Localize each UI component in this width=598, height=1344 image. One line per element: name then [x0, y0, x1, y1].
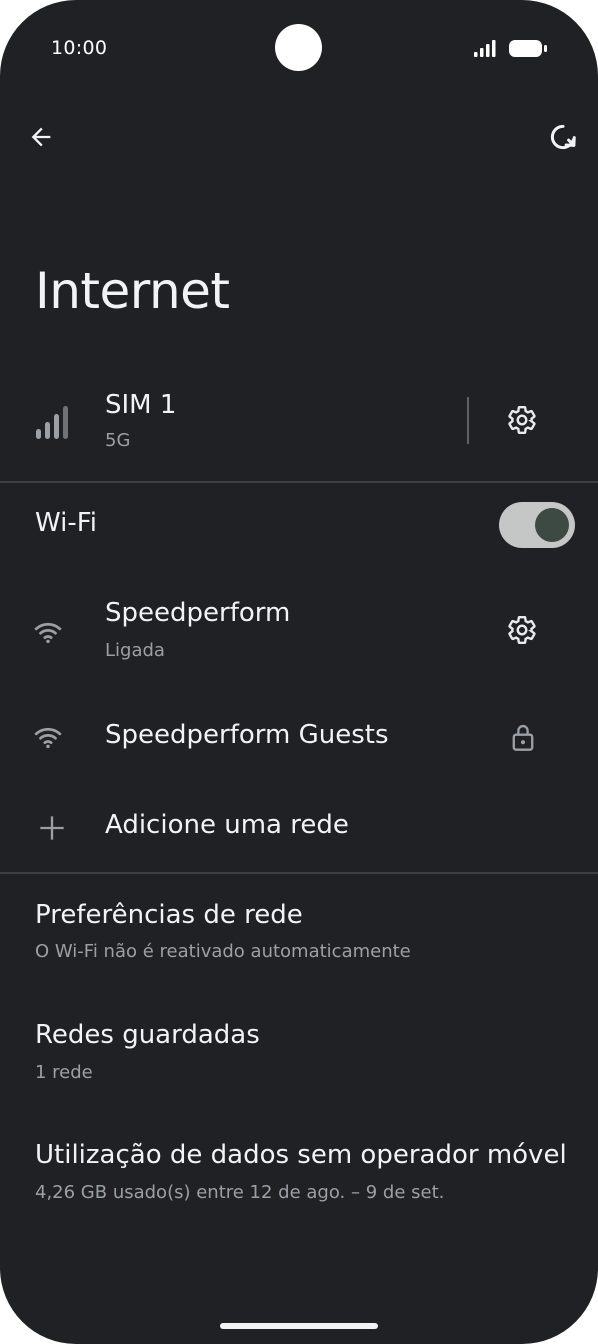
reset-connectivity-button[interactable]: [540, 114, 586, 160]
pref-subtitle: O Wi-Fi não é reativado automaticamente: [35, 941, 411, 962]
arrow-back-icon: [31, 127, 51, 147]
status-icons: [474, 39, 550, 59]
refresh-icon: [550, 124, 576, 150]
data-usage-item[interactable]: Utilização de dados sem operador móvel 4…: [0, 1130, 598, 1220]
section-divider: [0, 481, 598, 483]
wifi-network-name: Speedperform: [105, 598, 291, 628]
plus-icon: [36, 812, 68, 844]
page-title: Internet: [35, 262, 230, 320]
wifi-toggle[interactable]: [499, 502, 575, 548]
status-time: 10:00: [51, 37, 108, 59]
sim-network: 5G: [105, 430, 131, 451]
sim-settings-button[interactable]: [499, 397, 545, 443]
pref-title: Preferências de rede: [35, 900, 303, 930]
wifi-network-name: Speedperform Guests: [105, 720, 389, 750]
back-button[interactable]: [18, 114, 64, 160]
gear-icon: [508, 616, 536, 644]
pref-title: Redes guardadas: [35, 1020, 260, 1050]
wifi-network-settings-button[interactable]: [499, 607, 545, 653]
wifi-network-status: Ligada: [105, 640, 165, 661]
home-indicator[interactable]: [220, 1323, 378, 1329]
pref-title: Utilização de dados sem operador móvel: [35, 1140, 567, 1170]
section-divider: [0, 872, 598, 874]
wifi-icon: [32, 616, 64, 648]
add-network-label: Adicione uma rede: [105, 810, 349, 840]
wifi-label: Wi-Fi: [35, 508, 98, 538]
wifi-icon: [32, 721, 64, 753]
signal-battery-icon: [474, 40, 547, 57]
network-preferences-item[interactable]: Preferências de rede O Wi-Fi não é reati…: [0, 890, 598, 980]
saved-networks-item[interactable]: Redes guardadas 1 rede: [0, 1010, 598, 1100]
vertical-divider: [467, 397, 469, 444]
lock-icon: [506, 720, 540, 754]
toggle-knob: [535, 508, 569, 542]
sim-name: SIM 1: [105, 390, 177, 420]
pref-subtitle: 4,26 GB usado(s) entre 12 de ago. – 9 de…: [35, 1182, 445, 1203]
cell-signal-icon: [33, 402, 73, 442]
add-network-row[interactable]: Adicione uma rede: [0, 796, 598, 860]
camera-cutout: [275, 24, 322, 71]
pref-subtitle: 1 rede: [35, 1062, 93, 1083]
phone-screen: 10:00 Internet SIM 1 5G Wi-Fi Speedperfo…: [0, 0, 598, 1344]
gear-icon: [508, 406, 536, 434]
